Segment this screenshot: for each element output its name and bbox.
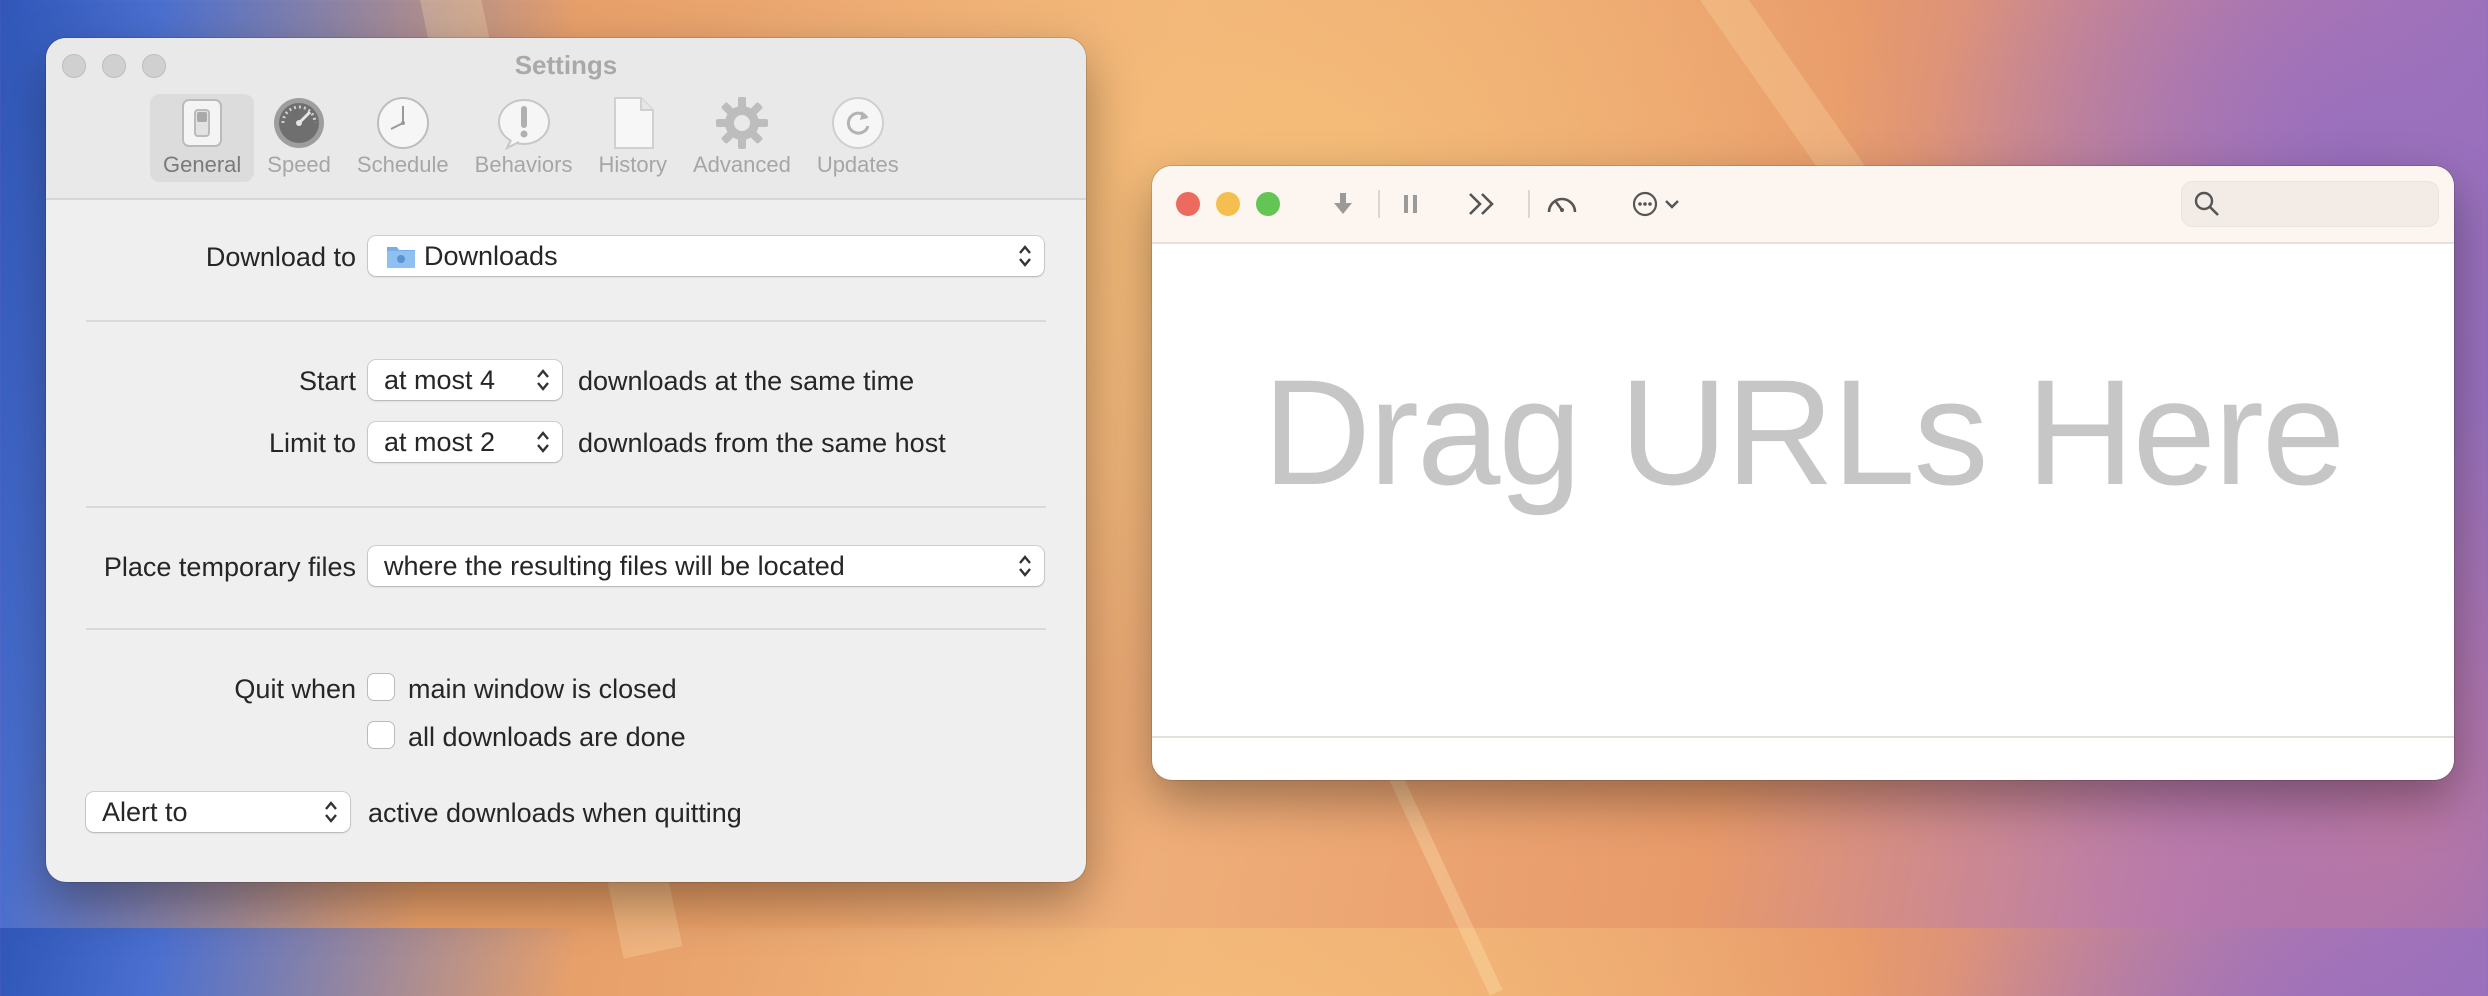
- speed-limit-button[interactable]: [1542, 186, 1582, 222]
- tab-speed[interactable]: Speed: [254, 94, 344, 182]
- tab-label: Updates: [816, 152, 899, 177]
- speedometer-icon: [1547, 197, 1577, 213]
- download-button[interactable]: [1328, 186, 1358, 222]
- quit-downloads-done-checkbox[interactable]: [368, 722, 394, 748]
- search-icon: [2194, 191, 2219, 216]
- tab-general[interactable]: General: [150, 94, 255, 182]
- tab-label: History: [598, 152, 667, 177]
- quit-main-window-label: main window is closed: [408, 674, 677, 704]
- tab-label: Behaviors: [474, 152, 573, 177]
- limit-suffix: downloads from the same host: [578, 428, 946, 458]
- alert-value: Alert to: [102, 796, 188, 827]
- clock-icon: [375, 96, 431, 150]
- updown-chevron-icon: [537, 431, 549, 453]
- separator: [1528, 190, 1530, 218]
- gear-icon: [714, 96, 770, 150]
- close-button[interactable]: [1176, 192, 1200, 216]
- zoom-button[interactable]: [1256, 192, 1280, 216]
- main-toolbar: [1152, 166, 2454, 244]
- updown-chevron-icon: [537, 369, 549, 391]
- chevron-down-icon: [1665, 200, 1679, 209]
- tab-label: Schedule: [356, 152, 449, 177]
- settings-general-pane: Download to Downloads Start at most 4 do…: [46, 200, 1086, 882]
- temp-files-value: where the resulting files will be locate…: [384, 550, 845, 581]
- limit-value: at most 2: [384, 426, 496, 457]
- status-bar-divider: [1152, 736, 2454, 738]
- separator: [86, 506, 1046, 508]
- folder-icon: [386, 243, 416, 269]
- search-field[interactable]: [2182, 182, 2438, 226]
- switch-icon: [174, 96, 230, 150]
- updown-chevron-icon: [1019, 245, 1031, 267]
- search-input[interactable]: [2230, 188, 2430, 220]
- start-suffix: downloads at the same time: [578, 366, 915, 396]
- tab-advanced[interactable]: Advanced: [680, 94, 804, 182]
- tab-behaviors[interactable]: Behaviors: [462, 94, 586, 182]
- refresh-icon: [830, 96, 886, 150]
- temp-files-popup[interactable]: where the resulting files will be locate…: [368, 546, 1044, 586]
- more-icon: [1632, 191, 1658, 217]
- settings-window: Settings General Speed Schedule Behavior…: [46, 38, 1086, 882]
- download-to-label: Download to: [205, 242, 356, 272]
- window-title: Settings: [514, 50, 618, 80]
- separator: [1378, 190, 1380, 218]
- limit-popup[interactable]: at most 2: [368, 422, 562, 462]
- exclamation-icon: [496, 96, 552, 150]
- quit-main-window-checkbox[interactable]: [368, 674, 394, 700]
- tab-schedule[interactable]: Schedule: [344, 94, 462, 182]
- drop-zone-text: Drag URLs Here: [1262, 348, 2346, 516]
- tab-label: Speed: [267, 152, 331, 177]
- download-icon: [1334, 193, 1352, 214]
- start-label: Start: [298, 366, 356, 396]
- tab-history[interactable]: History: [586, 94, 680, 182]
- limit-label: Limit to: [268, 428, 356, 458]
- pause-icon: [1404, 195, 1417, 213]
- more-actions-button[interactable]: [1626, 186, 1686, 222]
- speedometer-icon: [271, 96, 327, 150]
- alert-suffix: active downloads when quitting: [368, 798, 742, 828]
- start-value: at most 4: [384, 364, 496, 395]
- settings-tabs: General Speed Schedule Behaviors History…: [150, 94, 912, 182]
- download-to-value: Downloads: [424, 240, 558, 271]
- updown-chevron-icon: [1019, 555, 1031, 577]
- temp-files-label: Place temporary files: [103, 552, 356, 582]
- alert-popup[interactable]: Alert to: [86, 792, 350, 832]
- settings-titlebar: Settings General Speed Schedule Behavior…: [46, 38, 1086, 200]
- skip-forward-icon: [1469, 193, 1494, 215]
- quit-when-label: Quit when: [234, 674, 356, 704]
- download-to-popup[interactable]: Downloads: [368, 236, 1044, 276]
- main-window: Drag URLs Here: [1152, 166, 2454, 780]
- updown-chevron-icon: [325, 801, 337, 823]
- separator: [86, 628, 1046, 630]
- minimize-button[interactable]: [1216, 192, 1240, 216]
- document-icon: [605, 96, 661, 150]
- skip-forward-button[interactable]: [1462, 186, 1502, 222]
- tab-label: General: [163, 152, 242, 177]
- start-popup[interactable]: at most 4: [368, 360, 562, 400]
- tab-label: Advanced: [692, 152, 791, 177]
- pause-button[interactable]: [1396, 186, 1426, 222]
- tab-updates[interactable]: Updates: [804, 94, 912, 182]
- separator: [86, 320, 1046, 322]
- quit-downloads-done-label: all downloads are done: [408, 722, 686, 752]
